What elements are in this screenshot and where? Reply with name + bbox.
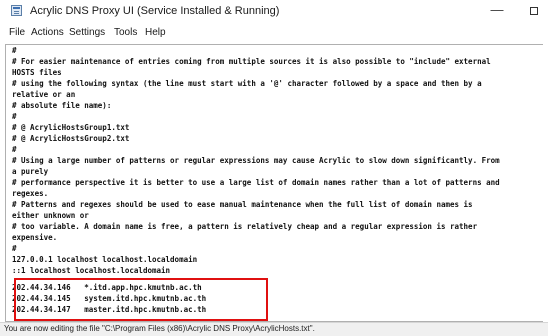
host-entry: 202.44.34.147 master.itd.hpc.kmutnb.ac.t…	[12, 305, 207, 314]
editor-line: #	[12, 112, 17, 121]
host-entry: 202.44.34.145 system.itd.hpc.kmutnb.ac.t…	[12, 294, 207, 303]
menu-tools[interactable]: Tools	[114, 27, 137, 38]
editor-line: HOSTS files	[12, 68, 62, 77]
status-text: You are now editing the file "C:\Program…	[4, 324, 315, 333]
editor-line: # using the following syntax (the line m…	[12, 79, 482, 88]
editor-line: #	[12, 145, 17, 154]
hosts-editor[interactable]: # # For easier maintenance of entries co…	[5, 44, 543, 322]
minimize-button[interactable]: —	[480, 0, 514, 24]
editor-line: # Using a large number of patterns or re…	[12, 156, 500, 165]
editor-line: a purely	[12, 167, 49, 176]
menu-settings[interactable]: Settings	[69, 27, 105, 38]
menu-file[interactable]: File	[9, 27, 25, 38]
editor-line: # @ AcrylicHostsGroup2.txt	[12, 134, 130, 143]
editor-line: #	[12, 244, 17, 253]
app-window: Acrylic DNS Proxy UI (Service Installed …	[0, 0, 548, 336]
app-window-icon	[11, 5, 22, 16]
menu-actions[interactable]: Actions	[31, 27, 64, 38]
menu-bar: File Actions Settings Tools Help	[0, 24, 548, 43]
editor-line: 127.0.0.1 localhost localhost.localdomai…	[12, 255, 198, 264]
editor-line: regexes.	[12, 189, 49, 198]
maximize-button[interactable]	[520, 0, 548, 24]
editor-line: # @ AcrylicHostsGroup1.txt	[12, 123, 130, 132]
editor-line: # For easier maintenance of entries comi…	[12, 57, 491, 66]
editor-line: #	[12, 46, 17, 55]
editor-line: # too variable. A domain name is free, a…	[12, 222, 478, 231]
editor-line: relative or an	[12, 90, 76, 99]
editor-line: either unknown or	[12, 211, 89, 220]
window-title: Acrylic DNS Proxy UI (Service Installed …	[30, 5, 280, 17]
editor-line: ::1 localhost localhost.localdomain	[12, 266, 171, 275]
menu-help[interactable]: Help	[145, 27, 166, 38]
maximize-icon	[530, 7, 538, 15]
title-bar[interactable]: Acrylic DNS Proxy UI (Service Installed …	[0, 0, 548, 24]
editor-line: # absolute file name):	[12, 101, 112, 110]
editor-line: expensive.	[12, 233, 58, 242]
host-entry: 202.44.34.146 *.itd.app.hpc.kmutnb.ac.th	[12, 283, 202, 292]
editor-line: # performance perspective it is better t…	[12, 178, 500, 187]
editor-line: # Patterns and regexes should be used to…	[12, 200, 473, 209]
status-bar: You are now editing the file "C:\Program…	[0, 322, 548, 336]
